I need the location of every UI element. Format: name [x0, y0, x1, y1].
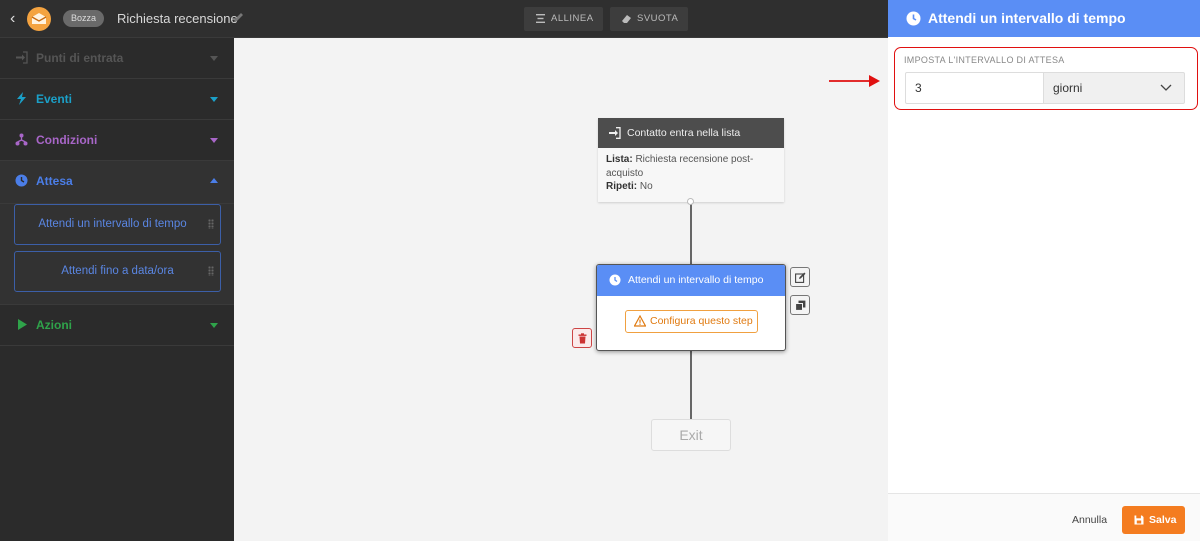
warning-icon [634, 315, 646, 327]
drag-handle-icon[interactable] [208, 219, 214, 229]
connector-line [690, 351, 692, 419]
panel-title: Attendi un intervallo di tempo [928, 10, 1126, 26]
chevron-up-icon [210, 178, 218, 183]
workflow-title[interactable]: Richiesta recensione [117, 11, 238, 26]
align-icon [536, 14, 545, 23]
entry-node-header: Contatto entra nella lista [598, 118, 784, 148]
play-icon [18, 319, 27, 330]
wait-item-label: Attendi fino a data/ora [61, 265, 174, 277]
edit-icon [795, 272, 806, 283]
sign-in-icon [16, 51, 28, 64]
clear-label: SVUOTA [637, 13, 679, 24]
save-label: Salva [1149, 514, 1177, 526]
sidebar-section-events[interactable]: Eventi [0, 79, 234, 120]
entry-node-body: Lista: Richiesta recensione post-acquist… [598, 148, 784, 199]
duplicate-step-button[interactable] [790, 295, 810, 315]
repeat-value: No [639, 181, 653, 192]
list-label: Lista: [606, 154, 633, 165]
pencil-icon[interactable] [232, 11, 245, 24]
interval-field-label: IMPOSTA L'INTERVALLO DI ATTESA [904, 55, 1065, 65]
app-logo [27, 7, 51, 31]
connector-port[interactable] [687, 198, 694, 205]
entry-node[interactable]: Contatto entra nella lista Lista: Richie… [598, 118, 784, 202]
entry-node-title: Contatto entra nella lista [627, 127, 741, 139]
clock-icon [906, 11, 921, 26]
exit-node: Exit [651, 419, 731, 451]
clock-icon [609, 274, 621, 286]
wait-node-title: Attendi un intervallo di tempo [628, 274, 764, 286]
interval-unit-select[interactable]: giorni [1043, 72, 1185, 104]
step-settings-panel: Attendi un intervallo di tempo IMPOSTA L… [888, 0, 1200, 541]
lightning-icon [17, 92, 26, 105]
save-icon [1134, 515, 1144, 525]
sidebar-section-entry-points[interactable]: Punti di entrata [0, 38, 234, 79]
panel-footer: Annulla Salva [888, 493, 1200, 541]
trash-icon [578, 333, 587, 344]
eraser-icon [622, 15, 631, 23]
sidebar-section-label: Eventi [36, 92, 73, 106]
configure-step-label: Configura questo step [650, 315, 753, 327]
delete-step-button[interactable] [572, 328, 592, 348]
workflow-canvas[interactable]: Contatto entra nella lista Lista: Richie… [234, 38, 888, 541]
edit-step-button[interactable] [790, 267, 810, 287]
copy-icon [795, 300, 806, 311]
wait-item-until-date[interactable]: Attendi fino a data/ora [14, 251, 221, 292]
sidebar-section-actions[interactable]: Azioni [0, 305, 234, 346]
status-badge: Bozza [63, 10, 105, 27]
unit-select-value: giorni [1053, 81, 1083, 95]
wait-item-interval[interactable]: Attendi un intervallo di tempo [14, 204, 221, 245]
back-arrow-icon[interactable]: ‹ [10, 10, 24, 28]
chevron-down-icon [210, 97, 218, 102]
sidebar-section-label: Azioni [36, 318, 72, 332]
save-button[interactable]: Salva [1122, 506, 1185, 534]
sidebar-section-label: Attesa [36, 174, 73, 188]
chevron-down-icon [210, 138, 218, 143]
annotation-arrow-icon [829, 75, 880, 87]
chevron-down-icon [1160, 84, 1172, 91]
sidebar-section-conditions[interactable]: Condizioni [0, 120, 234, 161]
wait-items-panel: Attendi un intervallo di tempo Attendi f… [0, 204, 234, 305]
branch-icon [15, 133, 28, 146]
drag-handle-icon[interactable] [208, 266, 214, 276]
panel-header: Attendi un intervallo di tempo [888, 0, 1200, 37]
clear-button[interactable]: SVUOTA [610, 7, 688, 31]
wait-node[interactable]: Attendi un intervallo di tempo Configura… [596, 264, 786, 351]
chevron-down-icon [210, 56, 218, 61]
wait-node-header: Attendi un intervallo di tempo [597, 265, 785, 296]
sidebar-section-label: Condizioni [36, 133, 98, 147]
sidebar: Punti di entrata Eventi Condizioni Attes… [0, 38, 234, 541]
chevron-down-icon [210, 323, 218, 328]
wait-item-label: Attendi un intervallo di tempo [38, 218, 187, 230]
interval-value-input[interactable]: 3 [905, 72, 1044, 104]
connector-line [690, 202, 692, 264]
sign-in-icon [609, 127, 621, 139]
align-label: ALLINEA [551, 13, 594, 24]
sidebar-section-wait[interactable]: Attesa [0, 161, 234, 204]
repeat-label: Ripeti: [606, 181, 638, 192]
clock-icon [15, 174, 28, 187]
sidebar-section-label: Punti di entrata [36, 51, 124, 65]
align-button[interactable]: ALLINEA [524, 7, 603, 31]
top-bar: ‹ Bozza Richiesta recensione ALLINEA SVU… [0, 0, 888, 38]
cancel-button[interactable]: Annulla [1072, 514, 1107, 526]
configure-step-button[interactable]: Configura questo step [625, 310, 758, 333]
